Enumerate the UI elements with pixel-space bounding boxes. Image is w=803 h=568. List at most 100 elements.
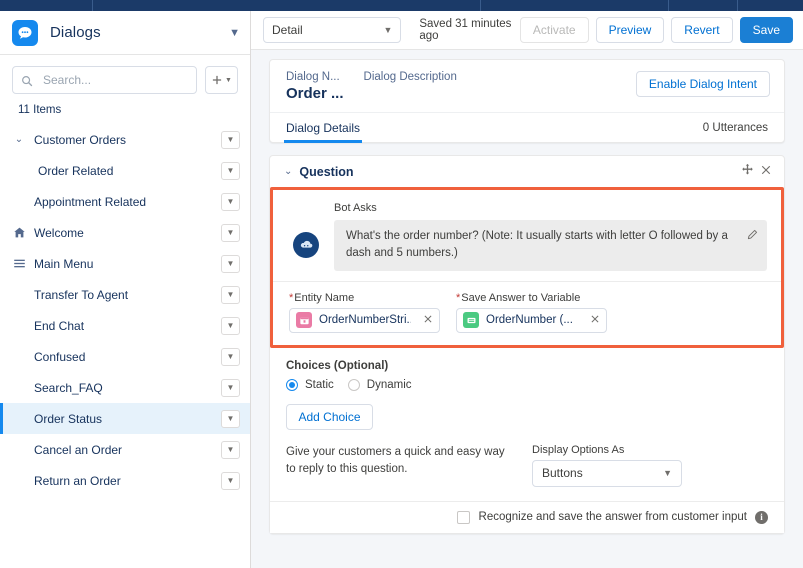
chevron-down-icon[interactable]: ⌄ xyxy=(284,166,292,177)
close-icon[interactable] xyxy=(590,314,600,327)
sidebar-search-row: ▼ xyxy=(0,55,250,94)
main-work-area: Detail ▼ Saved 31 minutes ago Activate P… xyxy=(251,11,803,568)
sidebar-item-appointment-related[interactable]: Appointment Related ▼ xyxy=(0,186,250,217)
radio-dynamic[interactable]: Dynamic xyxy=(347,378,412,391)
sidebar-item-transfer-to-agent[interactable]: Transfer To Agent ▼ xyxy=(0,279,250,310)
bot-asks-label: Bot Asks xyxy=(334,202,377,214)
home-icon xyxy=(12,226,26,239)
row-menu-button[interactable]: ▼ xyxy=(221,192,240,211)
dialog-list: ⌄ Customer Orders ▼ Order Related ▼ Appo… xyxy=(0,122,250,496)
entity-name-field: *Entity Name OrderNumberStri... xyxy=(289,292,440,333)
search-input[interactable] xyxy=(41,72,196,88)
sidebar-item-end-chat[interactable]: End Chat ▼ xyxy=(0,310,250,341)
entity-icon xyxy=(296,312,312,328)
sidebar-item-label: Welcome xyxy=(34,225,84,240)
new-dialog-button[interactable]: ▼ xyxy=(204,66,238,94)
row-menu-button[interactable]: ▼ xyxy=(221,316,240,335)
nav-divider xyxy=(92,0,93,11)
row-menu-button[interactable]: ▼ xyxy=(221,161,240,180)
recognize-answer-label: Recognize and save the answer from custo… xyxy=(478,511,747,523)
sidebar-item-welcome[interactable]: Welcome ▼ xyxy=(0,217,250,248)
save-answer-variable-label: *Save Answer to Variable xyxy=(456,292,607,304)
entity-name-label-text: Entity Name xyxy=(294,291,355,304)
info-icon[interactable]: i xyxy=(755,510,768,524)
close-icon[interactable] xyxy=(423,314,433,327)
add-choice-button[interactable]: Add Choice xyxy=(286,403,373,430)
row-menu-button[interactable]: ▼ xyxy=(221,378,240,397)
entity-fields-row: *Entity Name OrderNumberStri... *Save An… xyxy=(273,281,781,345)
display-options-label: Display Options As xyxy=(532,443,625,456)
toolbar-actions: Activate Preview Revert Save xyxy=(519,17,793,43)
choices-help-row: Give your customers a quick and easy way… xyxy=(286,444,768,487)
display-options-select[interactable]: Buttons ▼ xyxy=(532,459,682,487)
row-menu-button[interactable]: ▼ xyxy=(221,285,240,304)
row-menu-button[interactable]: ▼ xyxy=(221,254,240,273)
row-menu-button[interactable]: ▼ xyxy=(221,471,240,490)
save-button[interactable]: Save xyxy=(739,17,793,43)
hamburger-icon xyxy=(12,257,26,270)
row-menu-button[interactable]: ▼ xyxy=(221,223,240,242)
required-marker: * xyxy=(289,291,294,304)
entity-name-label: *Entity Name xyxy=(289,292,440,304)
activate-button: Activate xyxy=(519,17,589,43)
enable-dialog-intent-button[interactable]: Enable Dialog Intent xyxy=(635,71,770,97)
save-answer-variable-label-text: Save Answer to Variable xyxy=(461,291,581,304)
nav-divider xyxy=(480,0,481,11)
move-icon[interactable] xyxy=(741,163,754,181)
search-box[interactable] xyxy=(12,66,197,94)
tab-dialog-details[interactable]: Dialog Details xyxy=(283,113,363,143)
bot-asks-block: Bot Asks What's the order number? (Note:… xyxy=(273,190,781,282)
sidebar-item-order-status[interactable]: Order Status ▼ xyxy=(0,403,250,434)
display-options-value: Buttons xyxy=(542,466,583,480)
sidebar-item-label: End Chat xyxy=(34,318,85,333)
sidebar-item-label: Appointment Related xyxy=(34,194,147,209)
dialog-name-field: Dialog N... Order ... xyxy=(286,71,344,102)
saved-status: Saved 31 minutes ago xyxy=(419,18,512,42)
chevron-down-icon[interactable]: ▼ xyxy=(229,27,240,39)
pencil-icon[interactable] xyxy=(746,229,758,247)
row-menu-button[interactable]: ▼ xyxy=(221,440,240,459)
row-menu-button[interactable]: ▼ xyxy=(221,347,240,366)
bot-message-text: What's the order number? (Note: It usual… xyxy=(346,230,728,260)
choices-radio-group: Static Dynamic xyxy=(286,378,768,391)
bot-avatar-icon xyxy=(293,232,319,259)
question-header-icons xyxy=(741,163,772,181)
utterances-count: 0 Utterances xyxy=(702,121,768,134)
row-menu-button[interactable]: ▼ xyxy=(221,409,240,428)
radio-dot xyxy=(286,378,298,391)
radio-static[interactable]: Static xyxy=(286,378,334,391)
sidebar-item-customer-orders[interactable]: ⌄ Customer Orders ▼ xyxy=(0,124,250,155)
enable-dialog-intent-wrap: Enable Dialog Intent xyxy=(635,71,770,97)
sidebar-item-label: Order Related xyxy=(38,163,114,178)
dialog-name-label: Dialog N... xyxy=(286,71,340,83)
content-scroll: Dialog N... Order ... Dialog Description… xyxy=(251,50,803,534)
save-answer-variable-pill[interactable]: OrderNumber (... xyxy=(456,307,607,333)
close-icon[interactable] xyxy=(760,163,772,181)
radio-static-label: Static xyxy=(305,378,334,391)
sidebar-item-label: Search_FAQ xyxy=(34,380,103,395)
chevron-down-icon: ▼ xyxy=(663,468,672,478)
preview-button[interactable]: Preview xyxy=(595,17,665,43)
sidebar-item-confused[interactable]: Confused ▼ xyxy=(0,341,250,372)
variable-icon xyxy=(463,312,479,328)
sidebar-item-main-menu[interactable]: Main Menu ▼ xyxy=(0,248,250,279)
revert-button[interactable]: Revert xyxy=(671,17,733,43)
sidebar-item-cancel-an-order[interactable]: Cancel an Order ▼ xyxy=(0,434,250,465)
dialog-header-card: Dialog N... Order ... Dialog Description… xyxy=(269,59,785,143)
recognize-answer-row: Recognize and save the answer from custo… xyxy=(270,500,784,533)
bot-message-bubble[interactable]: What's the order number? (Note: It usual… xyxy=(334,220,767,271)
dialog-tabs: Dialog Details 0 Utterances xyxy=(270,112,784,143)
view-select[interactable]: Detail ▼ xyxy=(263,17,402,43)
dialog-toolbar: Detail ▼ Saved 31 minutes ago Activate P… xyxy=(251,11,803,50)
entity-name-pill[interactable]: OrderNumberStri... xyxy=(289,307,440,333)
nav-divider xyxy=(737,0,738,11)
row-menu-button[interactable]: ▼ xyxy=(221,130,240,149)
chevron-down-icon[interactable]: ⌄ xyxy=(12,134,26,145)
sidebar-item-label: Transfer To Agent xyxy=(34,287,129,302)
radio-dot xyxy=(347,378,360,391)
sidebar-item-return-an-order[interactable]: Return an Order ▼ xyxy=(0,465,250,496)
recognize-answer-checkbox[interactable] xyxy=(456,510,470,524)
sidebar-item-order-related[interactable]: Order Related ▼ xyxy=(0,155,250,186)
question-header: ⌄ Question xyxy=(270,156,784,187)
sidebar-item-search-faq[interactable]: Search_FAQ ▼ xyxy=(0,372,250,403)
